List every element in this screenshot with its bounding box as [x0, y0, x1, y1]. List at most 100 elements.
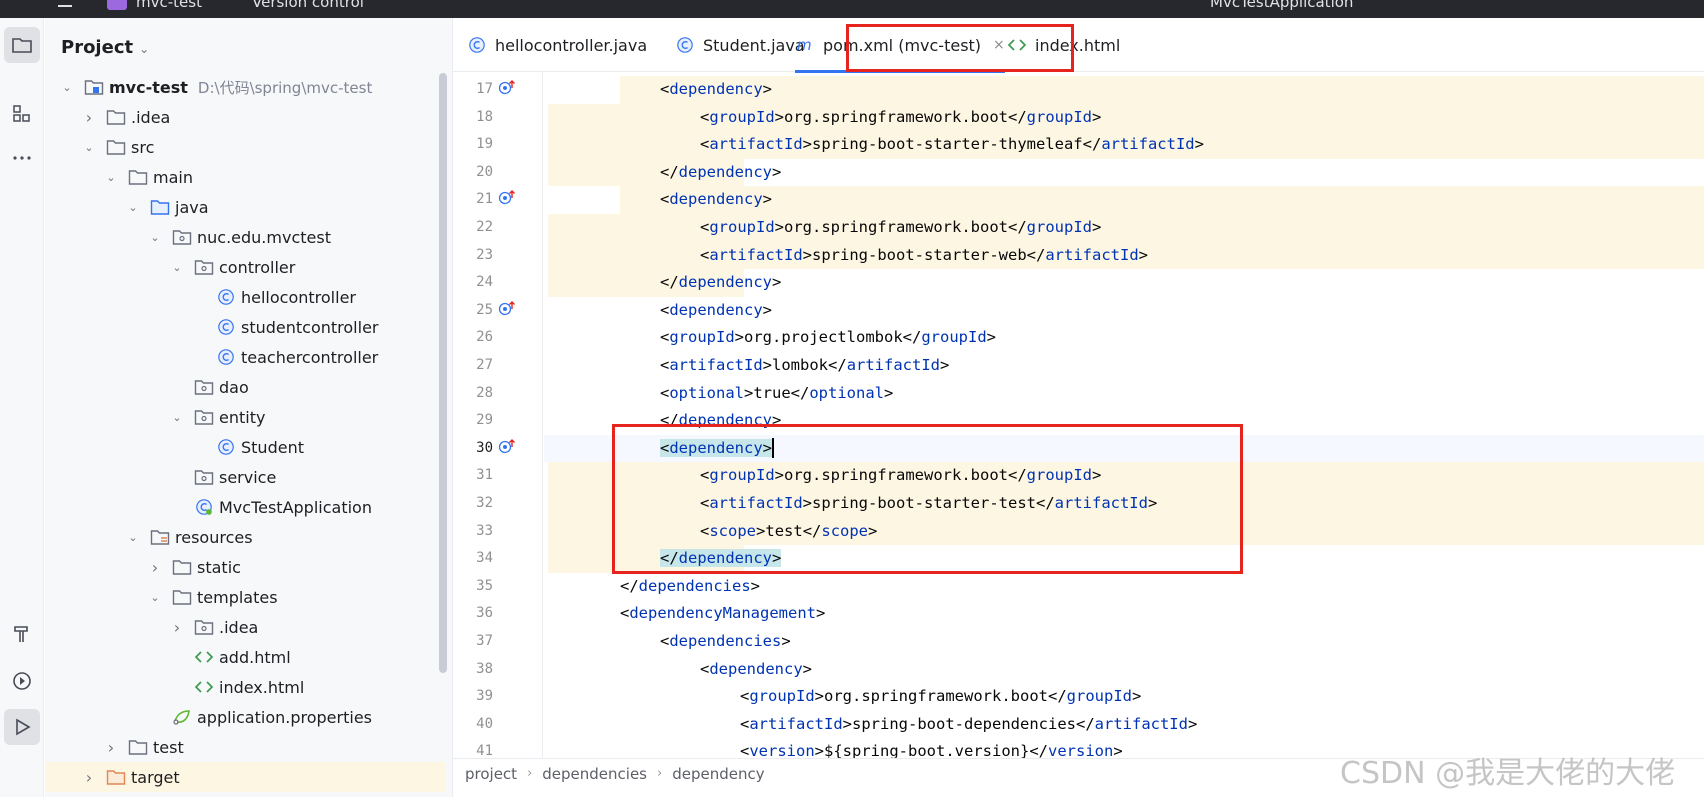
- override-icon[interactable]: [498, 189, 516, 205]
- folder-icon: [127, 737, 149, 757]
- chevron-right-icon[interactable]: ›: [81, 768, 97, 787]
- tree-item[interactable]: dao: [45, 372, 445, 402]
- chevron-right-icon[interactable]: ›: [81, 108, 97, 127]
- tree-item[interactable]: add.html: [45, 642, 445, 672]
- code-line: </dependency>: [660, 549, 782, 568]
- chevron-down-icon[interactable]: ⌄: [169, 411, 185, 424]
- breadcrumb-item[interactable]: dependencies: [542, 765, 647, 783]
- tree-item[interactable]: › .idea: [45, 102, 445, 132]
- editor-tab[interactable]: index.html: [1007, 18, 1120, 72]
- vcs-widget[interactable]: Version control: [252, 0, 364, 11]
- code-line: <dependency>: [660, 190, 773, 209]
- code-view[interactable]: <dependency> <groupId>org.springframework…: [544, 72, 1704, 772]
- svg-text:m: m: [797, 36, 812, 54]
- line-number: 40: [476, 715, 493, 732]
- tree-item[interactable]: application.properties: [45, 702, 445, 732]
- line-number: 27: [476, 357, 493, 373]
- tree-item[interactable]: ⌄ main: [45, 162, 445, 192]
- project-scrollbar[interactable]: [439, 73, 447, 673]
- spring-class-icon: [193, 497, 215, 517]
- tree-item[interactable]: studentcontroller: [45, 312, 445, 342]
- project-panel-header[interactable]: Project ⌄: [61, 37, 149, 58]
- tree-item[interactable]: ⌄ resources: [45, 522, 445, 552]
- tree-item[interactable]: › test: [45, 732, 445, 762]
- code-line: <groupId>org.springframework.boot</group…: [700, 218, 1102, 236]
- chevron-down-icon[interactable]: ⌄: [139, 42, 149, 56]
- more-tools-button[interactable]: [4, 140, 40, 176]
- class-icon: [215, 287, 237, 307]
- chevron-right-icon[interactable]: ›: [103, 738, 119, 757]
- package-icon: [193, 257, 215, 277]
- tree-item-label: Student: [241, 437, 304, 457]
- chevron-right-icon[interactable]: ›: [147, 558, 163, 577]
- code-line: <scope>test</scope>: [700, 521, 878, 540]
- code-line: <dependency>: [660, 438, 774, 459]
- breadcrumb-item[interactable]: project: [465, 765, 517, 783]
- tree-item[interactable]: ⌄ entity: [45, 402, 445, 432]
- chevron-down-icon[interactable]: ⌄: [147, 231, 163, 244]
- line-number: 35: [476, 577, 493, 594]
- structure-tool-button[interactable]: [4, 96, 40, 132]
- tree-item[interactable]: index.html: [45, 672, 445, 702]
- override-icon[interactable]: [498, 79, 516, 95]
- tree-item[interactable]: ⌄ nuc.edu.mvctest: [45, 222, 445, 252]
- chevron-down-icon[interactable]: ⌄: [59, 81, 75, 94]
- chevron-down-icon[interactable]: ⌄: [125, 531, 141, 544]
- tree-item[interactable]: hellocontroller: [45, 282, 445, 312]
- tree-item[interactable]: ⌄ java: [45, 192, 445, 222]
- editor-gutter: 17 18 19 20 21 22 23 24 25 26 27 28 29 30 31 32 33 34 35 36…: [453, 72, 543, 772]
- tree-item[interactable]: › target: [45, 762, 445, 792]
- tree-item[interactable]: ⌄ mvc-test D:\代码\spring\mvc-test: [45, 72, 445, 102]
- project-tool-button[interactable]: [4, 27, 40, 63]
- class-icon: [215, 317, 237, 337]
- tab-label: index.html: [1035, 35, 1121, 55]
- chevron-down-icon[interactable]: ⌄: [125, 201, 141, 214]
- tree-item[interactable]: ⌄ src: [45, 132, 445, 162]
- tree-item[interactable]: MvcTestApplication: [45, 492, 445, 522]
- chevron-down-icon[interactable]: ⌄: [169, 261, 185, 274]
- line-number: 25: [476, 301, 493, 318]
- editor-tab[interactable]: Student.java: [675, 18, 805, 72]
- project-name[interactable]: mvc-test: [136, 0, 202, 11]
- maven-icon: m: [795, 36, 815, 54]
- tree-item[interactable]: Student: [45, 432, 445, 462]
- class-icon: [215, 437, 237, 457]
- tree-item-path: D:\代码\spring\mvc-test: [197, 78, 373, 97]
- code-line: <groupId>org.springframework.boot</group…: [700, 107, 1102, 126]
- services-tool-button[interactable]: [4, 663, 40, 699]
- build-tool-button[interactable]: [4, 616, 40, 652]
- tree-item[interactable]: teachercontroller: [45, 342, 445, 372]
- line-number: 19: [476, 136, 493, 153]
- tree-item-label: java: [175, 197, 209, 217]
- tree-item-label: controller: [219, 257, 296, 277]
- tree-item[interactable]: › static: [45, 552, 445, 582]
- services-icon: [13, 672, 31, 690]
- tree-item[interactable]: ⌄ controller: [45, 252, 445, 282]
- chevron-down-icon[interactable]: ⌄: [147, 591, 163, 604]
- package-icon: [171, 227, 193, 247]
- folder-icon: [105, 107, 127, 127]
- run-icon: [16, 718, 31, 736]
- override-icon[interactable]: [498, 438, 516, 454]
- run-config[interactable]: MvcTestApplication: [1210, 0, 1353, 11]
- html-icon: [193, 677, 215, 697]
- more-icon: [13, 156, 31, 160]
- structure-icon: [13, 105, 30, 122]
- chevron-down-icon[interactable]: ⌄: [103, 171, 119, 184]
- main-menu-icon[interactable]: [58, 0, 72, 7]
- chevron-down-icon[interactable]: ⌄: [81, 141, 97, 154]
- override-icon[interactable]: [498, 300, 516, 316]
- run-tool-button[interactable]: [4, 709, 40, 745]
- editor-tab[interactable]: hellocontroller.java: [467, 18, 647, 72]
- module-folder-icon: [83, 77, 105, 97]
- chevron-right-icon[interactable]: ›: [169, 618, 185, 637]
- tree-item-label: nuc.edu.mvctest: [197, 227, 331, 247]
- tree-item[interactable]: service: [45, 462, 445, 492]
- tab-label: Student.java: [703, 35, 805, 55]
- editor-tab[interactable]: m pom.xml (mvc-test) ×: [795, 18, 1005, 73]
- breadcrumb-item[interactable]: dependency: [672, 765, 764, 783]
- tree-item[interactable]: › .idea: [45, 612, 445, 642]
- tree-item[interactable]: ⌄ templates: [45, 582, 445, 612]
- close-icon[interactable]: ×: [993, 37, 1005, 53]
- tree-item-label: add.html: [219, 647, 291, 667]
